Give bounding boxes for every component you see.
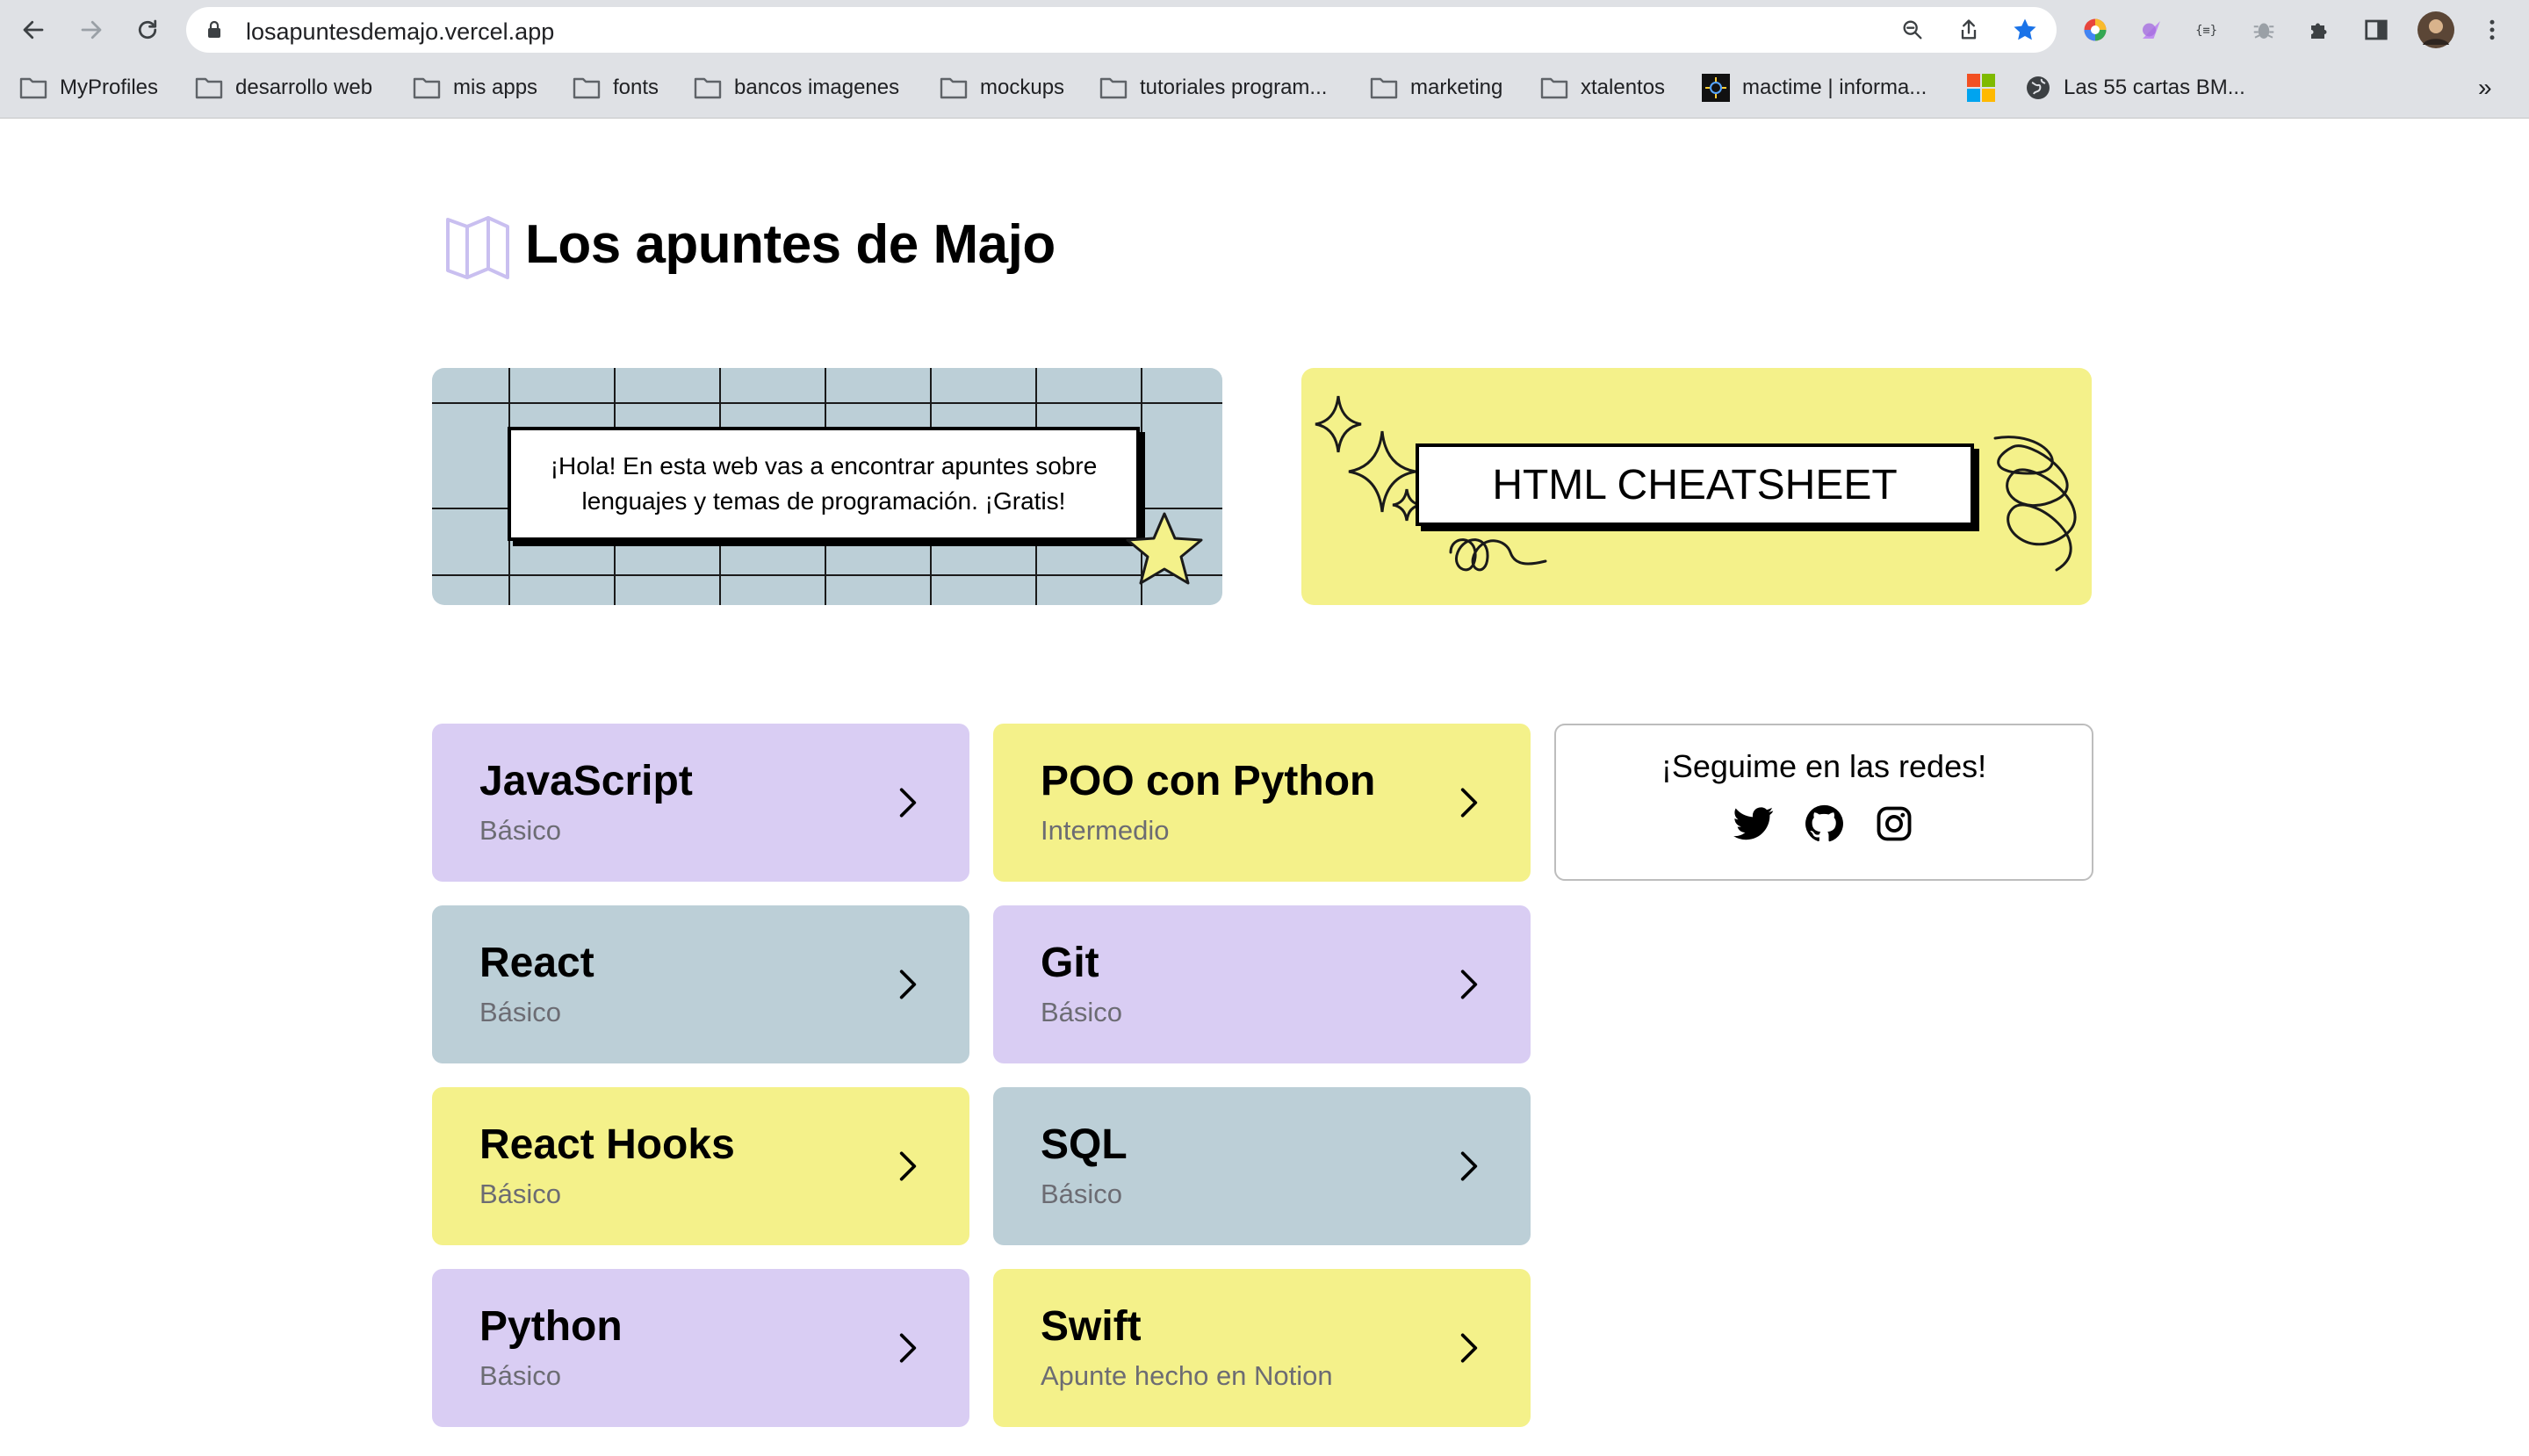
card-title: React Hooks bbox=[479, 1121, 735, 1168]
card-level: Básico bbox=[479, 1360, 562, 1391]
side-panel-icon[interactable] bbox=[2360, 14, 2392, 46]
folder-icon bbox=[413, 77, 441, 99]
squiggle-icon bbox=[1449, 538, 1547, 572]
spiral-icon bbox=[1993, 436, 2077, 572]
folder-icon bbox=[940, 77, 968, 99]
back-button[interactable] bbox=[14, 11, 53, 49]
bookmark-mockups[interactable]: mockups bbox=[940, 72, 1064, 104]
chevron-right-icon bbox=[899, 1333, 917, 1363]
folder-icon bbox=[573, 77, 601, 99]
color-picker-extension-icon[interactable] bbox=[2079, 14, 2111, 46]
folder-icon bbox=[1370, 77, 1398, 99]
url-text: losapuntesdemajo.vercel.app bbox=[246, 18, 555, 45]
bookmarks-bar: MyProfiles desarrollo web mis apps fonts… bbox=[0, 60, 2529, 119]
bookmark-fonts[interactable]: fonts bbox=[573, 72, 659, 104]
chevron-right-icon bbox=[899, 1151, 917, 1181]
instagram-icon[interactable] bbox=[1874, 804, 1914, 844]
twitter-icon[interactable] bbox=[1733, 804, 1774, 844]
card-sql[interactable]: SQL Básico bbox=[993, 1087, 1531, 1245]
card-git[interactable]: Git Básico bbox=[993, 905, 1531, 1063]
card-python[interactable]: Python Básico bbox=[432, 1269, 969, 1427]
chevron-right-icon bbox=[1460, 788, 1478, 818]
bug-extension-icon[interactable] bbox=[2248, 14, 2280, 46]
bookmark-las-55-cartas[interactable]: Las 55 cartas BM... bbox=[2025, 72, 2245, 104]
mactime-favicon-icon bbox=[1702, 74, 1730, 102]
bookmark-tutoriales[interactable]: tutoriales program... bbox=[1099, 72, 1327, 104]
folder-icon bbox=[1540, 77, 1568, 99]
json-extension-icon[interactable]: {≡} bbox=[2192, 14, 2223, 46]
arrow-right-icon bbox=[81, 20, 102, 40]
card-level: Básico bbox=[479, 1178, 562, 1209]
github-icon[interactable] bbox=[1804, 804, 1844, 844]
social-links bbox=[1556, 804, 2092, 844]
chevron-right-icon bbox=[1460, 1151, 1478, 1181]
card-title: Git bbox=[1041, 940, 1099, 986]
cheatsheet-label: HTML CHEATSHEET bbox=[1492, 461, 1898, 508]
microsoft-icon bbox=[1967, 74, 1995, 102]
card-title: Swift bbox=[1041, 1303, 1142, 1350]
card-level: Básico bbox=[479, 997, 562, 1027]
svg-text:{≡}: {≡} bbox=[2195, 24, 2217, 38]
profile-avatar[interactable] bbox=[2417, 11, 2455, 49]
cheatsheet-label-box: HTML CHEATSHEET bbox=[1416, 443, 1974, 526]
card-title: JavaScript bbox=[479, 758, 693, 804]
bookmark-myprofiles[interactable]: MyProfiles bbox=[19, 72, 158, 104]
zoom-icon[interactable] bbox=[1899, 16, 1927, 44]
bookmark-mis-apps[interactable]: mis apps bbox=[413, 72, 537, 104]
bookmark-bancos-imagenes[interactable]: bancos imagenes bbox=[694, 72, 899, 104]
card-level: Básico bbox=[1041, 1178, 1123, 1209]
intro-banner: ¡Hola! En esta web vas a encontrar apunt… bbox=[432, 368, 1222, 605]
bookmark-marketing[interactable]: marketing bbox=[1370, 72, 1502, 104]
extensions-puzzle-icon[interactable] bbox=[2304, 14, 2336, 46]
chevron-right-icon bbox=[1460, 1333, 1478, 1363]
card-swift[interactable]: Swift Apunte hecho en Notion bbox=[993, 1269, 1531, 1427]
reload-button[interactable] bbox=[128, 11, 167, 49]
card-react[interactable]: React Básico bbox=[432, 905, 969, 1063]
lock-icon bbox=[205, 19, 223, 45]
gradient-extension-icon[interactable] bbox=[2136, 14, 2167, 46]
card-poo-python[interactable]: POO con Python Intermedio bbox=[993, 724, 1531, 882]
bookmark-desarrollo-web[interactable]: desarrollo web bbox=[195, 72, 372, 104]
bookmarks-overflow-button[interactable]: » bbox=[2478, 72, 2492, 104]
folder-icon bbox=[694, 77, 722, 99]
card-title: POO con Python bbox=[1041, 758, 1376, 804]
bookmark-microsoft[interactable] bbox=[1967, 72, 1995, 104]
card-level: Apunte hecho en Notion bbox=[1041, 1360, 1333, 1391]
chevron-right-icon bbox=[899, 969, 917, 999]
card-title: SQL bbox=[1041, 1121, 1128, 1168]
intro-text: ¡Hola! En esta web vas a encontrar apunt… bbox=[550, 452, 1098, 515]
site-header: Los apuntes de Majo bbox=[443, 209, 1056, 279]
browser-toolbar: losapuntesdemajo.vercel.app {≡} bbox=[0, 0, 2529, 60]
folder-icon bbox=[19, 77, 47, 99]
star-icon bbox=[1126, 512, 1203, 585]
globe-icon bbox=[2027, 76, 2050, 99]
chevron-right-icon bbox=[1460, 969, 1478, 999]
card-javascript[interactable]: JavaScript Básico bbox=[432, 724, 969, 882]
folder-icon bbox=[195, 77, 223, 99]
sparkles-icon bbox=[1315, 395, 1422, 522]
arrow-left-icon bbox=[23, 20, 44, 40]
share-icon[interactable] bbox=[1955, 16, 1983, 44]
folder-icon bbox=[1099, 77, 1128, 99]
chevron-right-icon bbox=[899, 788, 917, 818]
bookmark-star-icon[interactable] bbox=[2011, 16, 2039, 44]
card-title: React bbox=[479, 940, 594, 986]
menu-kebab-icon[interactable] bbox=[2476, 14, 2508, 46]
bookmark-mactime[interactable]: mactime | informa... bbox=[1702, 72, 1927, 104]
social-box: ¡Seguime en las redes! bbox=[1554, 724, 2093, 881]
card-level: Intermedio bbox=[1041, 815, 1170, 846]
card-react-hooks[interactable]: React Hooks Básico bbox=[432, 1087, 969, 1245]
html-cheatsheet-banner[interactable]: HTML CHEATSHEET bbox=[1301, 368, 2092, 605]
bookmark-xtalentos[interactable]: xtalentos bbox=[1540, 72, 1665, 104]
forward-button[interactable] bbox=[72, 11, 111, 49]
intro-text-box: ¡Hola! En esta web vas a encontrar apunt… bbox=[508, 427, 1140, 541]
card-title: Python bbox=[479, 1303, 623, 1350]
map-icon bbox=[446, 216, 509, 279]
card-level: Básico bbox=[479, 815, 562, 846]
social-title: ¡Seguime en las redes! bbox=[1661, 748, 1987, 784]
site-title: Los apuntes de Majo bbox=[525, 213, 1056, 275]
card-level: Básico bbox=[1041, 997, 1123, 1027]
address-bar[interactable]: losapuntesdemajo.vercel.app bbox=[186, 7, 2057, 53]
reload-icon bbox=[138, 19, 157, 40]
